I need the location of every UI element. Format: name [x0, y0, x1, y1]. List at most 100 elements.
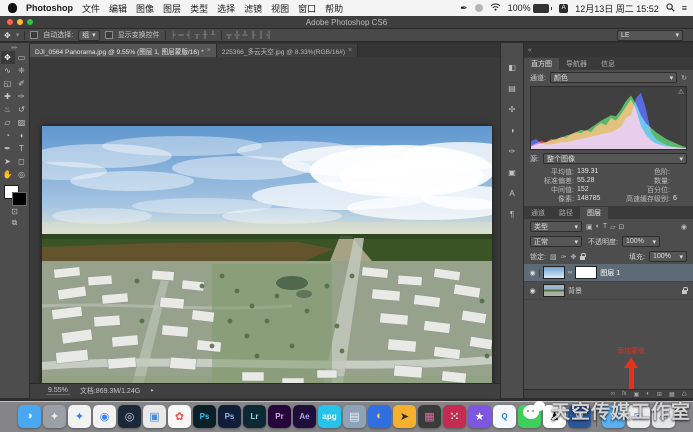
tab-导航器[interactable]: 导航器 [559, 58, 594, 70]
distribute-bottom-icon[interactable]: ╩ [242, 32, 247, 39]
align-top-icon[interactable]: ╥ [195, 32, 200, 39]
dock-media-bird-app[interactable]: ➤ [393, 405, 416, 428]
menu-item-帮助[interactable]: 帮助 [325, 2, 343, 15]
lock-position-icon[interactable]: ✥ [570, 253, 576, 261]
swatches-panel-icon[interactable]: ▤ [505, 82, 519, 94]
show-transform-checkbox[interactable] [105, 31, 113, 39]
menu-item-类型[interactable]: 类型 [190, 2, 208, 15]
notification-center-icon[interactable]: ≡ [682, 3, 687, 13]
quick-mask-icon[interactable]: ⊡ [0, 205, 29, 217]
distribute-right-icon[interactable]: ╣ [266, 32, 271, 39]
wifi-icon[interactable] [490, 3, 501, 13]
pen-tool[interactable]: ✒ [1, 142, 15, 155]
distribute-left-icon[interactable]: ╠ [250, 32, 255, 39]
document-tab-2[interactable]: 225366_多云天空.jpg @ 8.33%(RGB/16#)× [217, 44, 358, 57]
layer-visibility-icon[interactable]: ◉ [526, 287, 540, 295]
tab-路径[interactable]: 路径 [552, 207, 580, 219]
window-title-bar[interactable]: Adobe Photoshop CS6 [0, 16, 693, 29]
menu-item-编辑[interactable]: 编辑 [109, 2, 127, 15]
distribute-middle-icon[interactable]: ╬ [234, 32, 239, 39]
zoom-tool[interactable]: ◎ [15, 168, 29, 181]
filter-pixel-icon[interactable]: ▣ [586, 223, 593, 231]
dock-photoshop[interactable]: Ps [193, 405, 216, 428]
dock-chrome[interactable]: ◉ [93, 405, 116, 428]
layer-mask-thumbnail[interactable] [575, 266, 597, 279]
marquee-tool[interactable]: ▭ [15, 51, 29, 64]
refresh-histogram-icon[interactable]: ↻ [681, 74, 687, 82]
bluetooth-icon[interactable] [475, 4, 483, 12]
lock-transparent-icon[interactable]: ▨ [550, 253, 557, 261]
app-menu[interactable]: Photoshop [26, 3, 73, 13]
layer-row-背景[interactable]: ◉背景 [524, 282, 693, 300]
lock-pixels-icon[interactable]: ✑ [561, 253, 567, 261]
layer-filter-dropdown[interactable]: 类型▾ [530, 221, 582, 232]
dock-photos[interactable]: ✿ [168, 405, 191, 428]
dock-photoshop-2[interactable]: Ps [218, 405, 241, 428]
character-panel-icon[interactable]: A [505, 187, 519, 199]
gradient-tool[interactable]: ▨ [15, 116, 29, 129]
auto-select-dropdown[interactable]: 组▾ [78, 30, 100, 41]
tab-信息[interactable]: 信息 [594, 58, 622, 70]
mask-link-icon[interactable]: ∞ [568, 270, 572, 276]
crop-tool[interactable]: ◱ [1, 77, 15, 90]
source-dropdown[interactable]: 整个图像▾ [543, 153, 687, 164]
battery-indicator[interactable]: 100% [508, 3, 553, 13]
dock-huaban[interactable]: ⁙ [443, 405, 466, 428]
close-tab-icon[interactable]: × [348, 47, 352, 54]
panorama-document-image[interactable] [42, 126, 492, 391]
brush-panel-icon[interactable]: ✑ [505, 145, 519, 157]
distribute-top-icon[interactable]: ╦ [227, 32, 232, 39]
menu-item-选择[interactable]: 选择 [217, 2, 235, 15]
ink-icon[interactable]: ✒ [460, 3, 468, 14]
blur-tool[interactable]: ◔ [1, 129, 15, 142]
move-tool[interactable]: ✥ [1, 51, 15, 64]
quick-select-tool[interactable]: ❈ [15, 64, 29, 77]
layer-row-图层 1[interactable]: ◉∞图层 1 [524, 264, 693, 282]
status-flyout-arrow[interactable]: ‣ [150, 387, 154, 395]
tab-直方图[interactable]: 直方图 [524, 58, 559, 70]
filter-smart-object-icon[interactable]: ⊡ [619, 223, 625, 231]
clone-source-panel-icon[interactable]: ▣ [505, 166, 519, 178]
menu-item-图像[interactable]: 图像 [136, 2, 154, 15]
zoom-level-field[interactable]: 9.55% [46, 387, 70, 395]
menu-item-文件[interactable]: 文件 [82, 2, 100, 15]
shape-tool[interactable]: ◻ [15, 155, 29, 168]
menu-item-图层[interactable]: 图层 [163, 2, 181, 15]
spotlight-icon[interactable] [666, 3, 675, 14]
dock-blue-sphere-app[interactable]: ◐ [368, 405, 391, 428]
eyedropper-tool[interactable]: ✐ [15, 77, 29, 90]
brush-tool[interactable]: ✑ [15, 90, 29, 103]
align-right-icon[interactable]: ╡ [187, 32, 192, 39]
eraser-tool[interactable]: ▱ [1, 116, 15, 129]
close-tab-icon[interactable]: × [207, 47, 211, 54]
dock-steam[interactable]: ◎ [118, 405, 141, 428]
filter-adjustment-icon[interactable]: ◐ [596, 223, 600, 231]
menu-item-滤镜[interactable]: 滤镜 [244, 2, 262, 15]
dock-final-cut[interactable]: ▦ [418, 405, 441, 428]
document-tab-1[interactable]: DJI_0564 Panorama.jpg @ 9.55% (图层 1, 图层蒙… [30, 44, 217, 57]
path-select-tool[interactable]: ➤ [1, 155, 15, 168]
history-brush-tool[interactable]: ↺ [15, 103, 29, 116]
align-middle-icon[interactable]: ╫ [203, 32, 208, 39]
menu-item-窗口[interactable]: 窗口 [298, 2, 316, 15]
menubar-datetime[interactable]: 12月13日 周二 15:52 [575, 2, 659, 15]
auto-select-checkbox[interactable] [30, 31, 38, 39]
tab-通道[interactable]: 通道 [524, 207, 552, 219]
menu-item-视图[interactable]: 视图 [271, 2, 289, 15]
background-color[interactable] [12, 192, 27, 206]
adjustments-panel-icon[interactable]: ◑ [505, 124, 519, 136]
dock-image-viewer[interactable]: ▤ [343, 405, 366, 428]
dodge-tool[interactable]: ◖ [15, 129, 29, 142]
color-panel-icon[interactable]: ◧ [505, 61, 519, 73]
dock-safari[interactable]: ✦ [68, 405, 91, 428]
blend-mode-dropdown[interactable]: 正常▾ [530, 236, 582, 247]
apple-menu-icon[interactable] [8, 3, 17, 13]
distribute-center-icon[interactable]: ║ [258, 32, 263, 39]
dock-apg-app[interactable]: apg [318, 405, 341, 428]
tab-图层[interactable]: 图层 [580, 207, 608, 219]
opacity-field[interactable]: 100%▾ [622, 236, 660, 247]
paragraph-panel-icon[interactable]: ¶ [505, 208, 519, 220]
lasso-tool[interactable]: ∿ [1, 64, 15, 77]
screen-mode-icon[interactable]: ⧉ [0, 217, 29, 229]
clone-stamp-tool[interactable]: ♨ [1, 103, 15, 116]
